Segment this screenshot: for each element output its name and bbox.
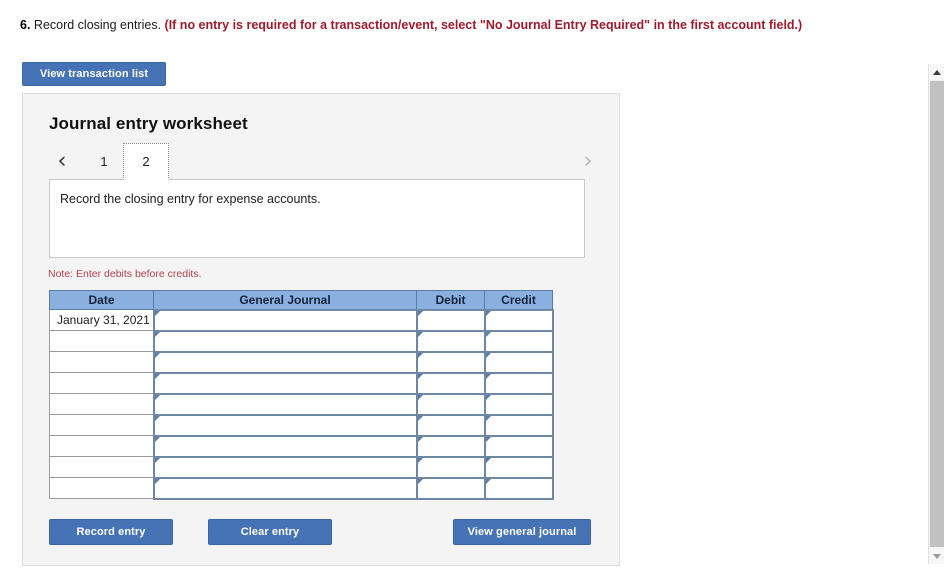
- page-scrollbar[interactable]: [928, 64, 944, 564]
- debit-cell[interactable]: [415, 371, 486, 395]
- general-journal-cell[interactable]: [152, 308, 418, 332]
- question-prompt: 6. Record closing entries. (If no entry …: [20, 16, 850, 34]
- date-cell[interactable]: [49, 456, 154, 478]
- debit-cell[interactable]: [415, 350, 486, 374]
- credit-cell[interactable]: [483, 350, 554, 374]
- debit-cell[interactable]: [415, 455, 486, 479]
- column-header-debit: Debit: [416, 290, 485, 310]
- worksheet-pager: ‹ 1 2 ›: [45, 143, 601, 180]
- journal-entry-table: Date General Journal Debit Credit Januar…: [49, 290, 554, 500]
- date-cell[interactable]: [49, 372, 154, 394]
- general-journal-cell[interactable]: [152, 350, 418, 374]
- panel-title: Journal entry worksheet: [49, 114, 248, 133]
- column-header-date: Date: [49, 290, 154, 310]
- chevron-left-icon[interactable]: ‹: [49, 146, 75, 176]
- debit-cell[interactable]: [415, 413, 486, 437]
- question-text: Record closing entries.: [30, 18, 165, 32]
- date-cell[interactable]: January 31, 2021: [49, 309, 154, 331]
- question-hint: (If no entry is required for a transacti…: [164, 18, 803, 32]
- general-journal-cell[interactable]: [152, 476, 418, 500]
- column-header-general-journal: General Journal: [153, 290, 417, 310]
- credit-cell[interactable]: [483, 371, 554, 395]
- debit-cell[interactable]: [415, 392, 486, 416]
- general-journal-cell[interactable]: [152, 413, 418, 437]
- scroll-down-arrow-icon: [933, 553, 941, 559]
- table-row: [49, 350, 554, 374]
- debit-cell[interactable]: [415, 329, 486, 353]
- debit-cell[interactable]: [415, 434, 486, 458]
- worksheet-tab-2[interactable]: 2: [123, 143, 169, 180]
- credit-cell[interactable]: [483, 329, 554, 353]
- page-root: 6. Record closing entries. (If no entry …: [0, 0, 944, 578]
- credit-cell[interactable]: [483, 413, 554, 437]
- journal-entry-worksheet-panel: Journal entry worksheet ‹ 1 2 › Record t…: [22, 93, 620, 566]
- record-entry-button[interactable]: Record entry: [49, 519, 173, 545]
- date-cell[interactable]: [49, 330, 154, 352]
- table-row: [49, 392, 554, 416]
- general-journal-cell[interactable]: [152, 329, 418, 353]
- view-general-journal-button[interactable]: View general journal: [453, 519, 591, 545]
- chevron-right-icon[interactable]: ›: [575, 146, 601, 176]
- table-row: [49, 371, 554, 395]
- general-journal-cell[interactable]: [152, 434, 418, 458]
- scrollbar-thumb[interactable]: [930, 81, 944, 547]
- journal-table-body: January 31, 2021: [49, 308, 554, 500]
- table-row: January 31, 2021: [49, 308, 554, 332]
- credit-cell[interactable]: [483, 455, 554, 479]
- debit-cell[interactable]: [415, 476, 486, 500]
- view-transaction-list-button[interactable]: View transaction list: [22, 62, 166, 86]
- credit-cell[interactable]: [483, 434, 554, 458]
- date-cell[interactable]: [49, 414, 154, 436]
- scroll-up-arrow-icon: [933, 69, 941, 75]
- table-header-row: Date General Journal Debit Credit: [49, 290, 553, 310]
- general-journal-cell[interactable]: [152, 455, 418, 479]
- worksheet-tab-1[interactable]: 1: [93, 144, 115, 178]
- table-row: [49, 434, 554, 458]
- scroll-down-button[interactable]: [929, 548, 944, 564]
- debit-cell[interactable]: [415, 308, 486, 332]
- table-row: [49, 455, 554, 479]
- table-row: [49, 329, 554, 353]
- scroll-up-button[interactable]: [929, 64, 944, 80]
- worksheet-description-box: Record the closing entry for expense acc…: [49, 179, 585, 258]
- debits-before-credits-note: Note: Enter debits before credits.: [48, 268, 202, 280]
- question-number: 6.: [20, 18, 31, 32]
- table-row: [49, 476, 554, 500]
- date-cell[interactable]: [49, 435, 154, 457]
- date-cell[interactable]: [49, 351, 154, 373]
- clear-entry-button[interactable]: Clear entry: [208, 519, 332, 545]
- table-row: [49, 413, 554, 437]
- credit-cell[interactable]: [483, 476, 554, 500]
- date-cell[interactable]: [49, 477, 154, 499]
- general-journal-cell[interactable]: [152, 392, 418, 416]
- date-cell[interactable]: [49, 393, 154, 415]
- credit-cell[interactable]: [483, 392, 554, 416]
- column-header-credit: Credit: [484, 290, 553, 310]
- worksheet-description-text: Record the closing entry for expense acc…: [60, 192, 321, 206]
- general-journal-cell[interactable]: [152, 371, 418, 395]
- credit-cell[interactable]: [483, 308, 554, 332]
